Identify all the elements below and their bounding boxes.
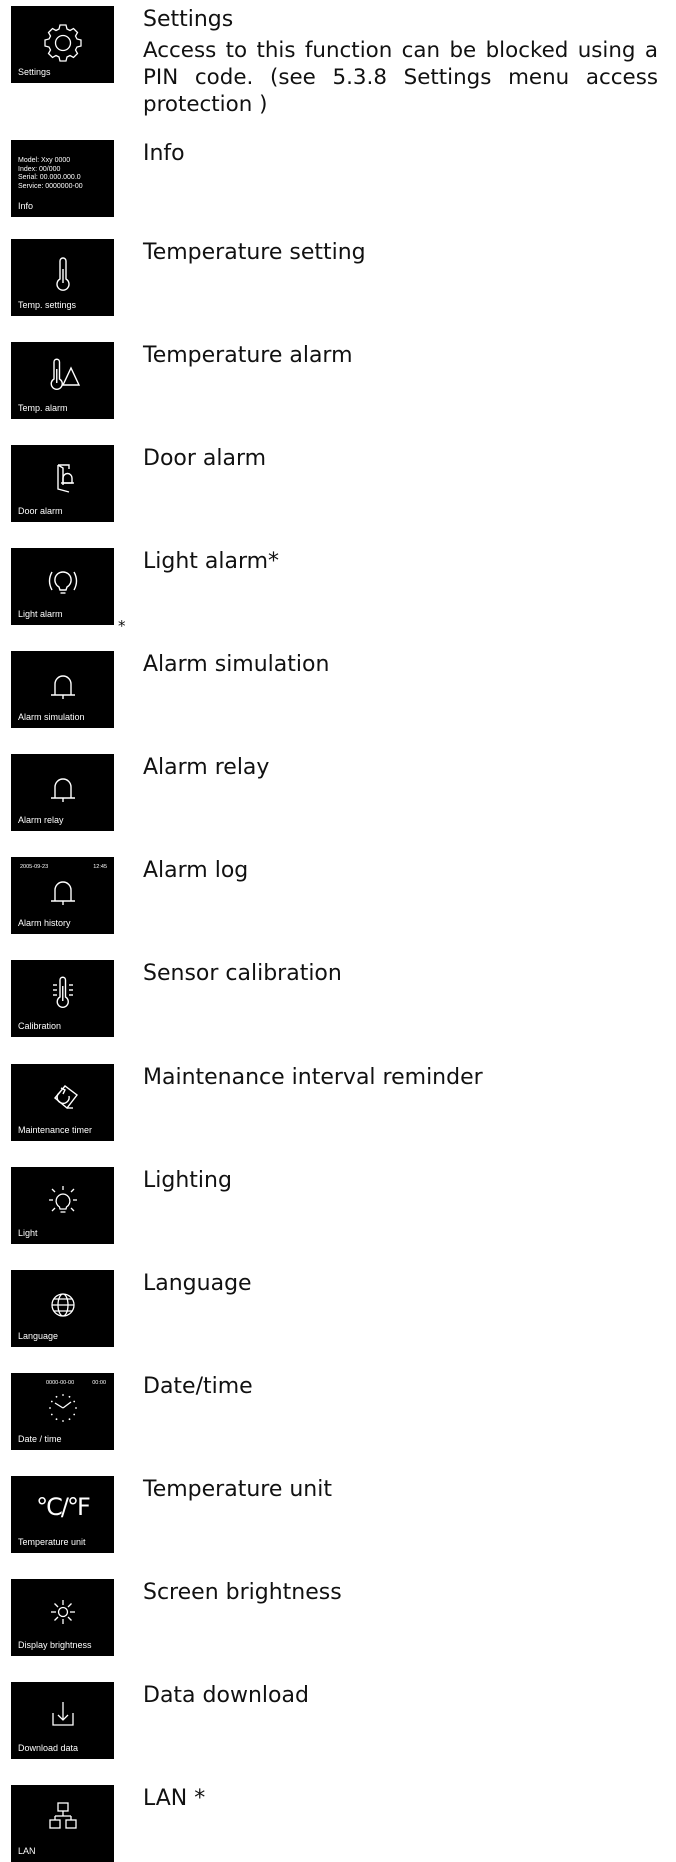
tile-label: Temp. settings: [18, 300, 77, 310]
item-title: Lighting: [143, 1168, 232, 1193]
tile-label: Temperature unit: [18, 1537, 86, 1547]
tile-label: Settings: [18, 67, 51, 77]
light-tile: Light: [11, 1167, 114, 1244]
tile-label: Alarm relay: [18, 815, 64, 825]
lan-tile: LAN: [11, 1785, 114, 1862]
alarm-simulation-tile: Alarm simulation: [11, 651, 114, 728]
tile-label: Date / time: [18, 1434, 62, 1444]
settings-tile: Settings: [11, 6, 114, 83]
tile-label: Display brightness: [18, 1640, 92, 1650]
temp-alarm-tile: Temp. alarm: [11, 342, 114, 419]
info-model: Model: Xxy 0000: [18, 157, 71, 164]
tile-label: Alarm simulation: [18, 712, 85, 722]
footnote-asterisk: *: [118, 617, 126, 635]
tile-label: Maintenance timer: [18, 1125, 93, 1135]
item-title: Language: [143, 1271, 252, 1296]
alarm-history-tile: 2005-09-23 12:45 Alarm history: [11, 857, 114, 934]
language-tile: Language: [11, 1270, 114, 1347]
tile-label: Light: [18, 1228, 38, 1238]
item-title: Maintenance interval reminder: [143, 1065, 483, 1090]
maintenance-timer-tile: Maintenance timer: [11, 1064, 114, 1141]
item-description: Access to this function can be blocked u…: [143, 38, 658, 117]
item-title: Date/time: [143, 1374, 253, 1399]
date-time-tile: 0000-00-00 00:00 Date / time: [11, 1373, 114, 1450]
item-title: LAN *: [143, 1786, 206, 1811]
item-title: Temperature alarm: [143, 343, 353, 368]
temp-settings-tile: Temp. settings: [11, 239, 114, 316]
tile-label: Temp. alarm: [18, 403, 68, 413]
info-serial: Serial: 00.000.000.0: [18, 174, 81, 182]
info-lines: Model: Xxy 0000 Index: 00/000 Serial: 00…: [18, 157, 83, 191]
item-title: Info: [143, 141, 185, 166]
item-title: Light alarm*: [143, 549, 280, 574]
item-title: Settings: [143, 7, 234, 32]
item-title: Data download: [143, 1683, 309, 1708]
item-title: Alarm relay: [143, 755, 270, 780]
item-title: Alarm log: [143, 858, 249, 883]
tile-label: Alarm history: [18, 918, 71, 928]
celsius-fahrenheit-icon: °C/°F: [36, 1493, 91, 1521]
temperature-unit-tile: °C/°F Temperature unit: [11, 1476, 114, 1553]
item-title: Door alarm: [143, 446, 267, 471]
tile-label: Info: [18, 201, 34, 211]
alarm-relay-tile: Alarm relay: [11, 754, 114, 831]
tile-label: Door alarm: [18, 506, 63, 516]
tile-label: Download data: [18, 1743, 79, 1753]
item-title: Alarm simulation: [143, 652, 330, 677]
tile-label: Light alarm: [18, 609, 63, 619]
tile-label: Calibration: [18, 1021, 62, 1031]
info-index: Index: 00/000: [18, 165, 61, 173]
item-title: Screen brightness: [143, 1580, 342, 1605]
info-tile: Model: Xxy 0000 Index: 00/000 Serial: 00…: [11, 140, 114, 217]
download-data-tile: Download data: [11, 1682, 114, 1759]
door-alarm-tile: Door alarm: [11, 445, 114, 522]
info-service: Service: 0000000-00: [18, 182, 83, 190]
item-title: Sensor calibration: [143, 961, 342, 986]
calibration-tile: Calibration: [11, 960, 114, 1037]
light-alarm-tile: Light alarm: [11, 548, 114, 625]
item-title: Temperature unit: [143, 1477, 332, 1502]
tile-label: Language: [18, 1331, 59, 1341]
item-title: Temperature setting: [143, 240, 366, 265]
tile-label: LAN: [18, 1846, 36, 1856]
display-brightness-tile: Display brightness: [11, 1579, 114, 1656]
